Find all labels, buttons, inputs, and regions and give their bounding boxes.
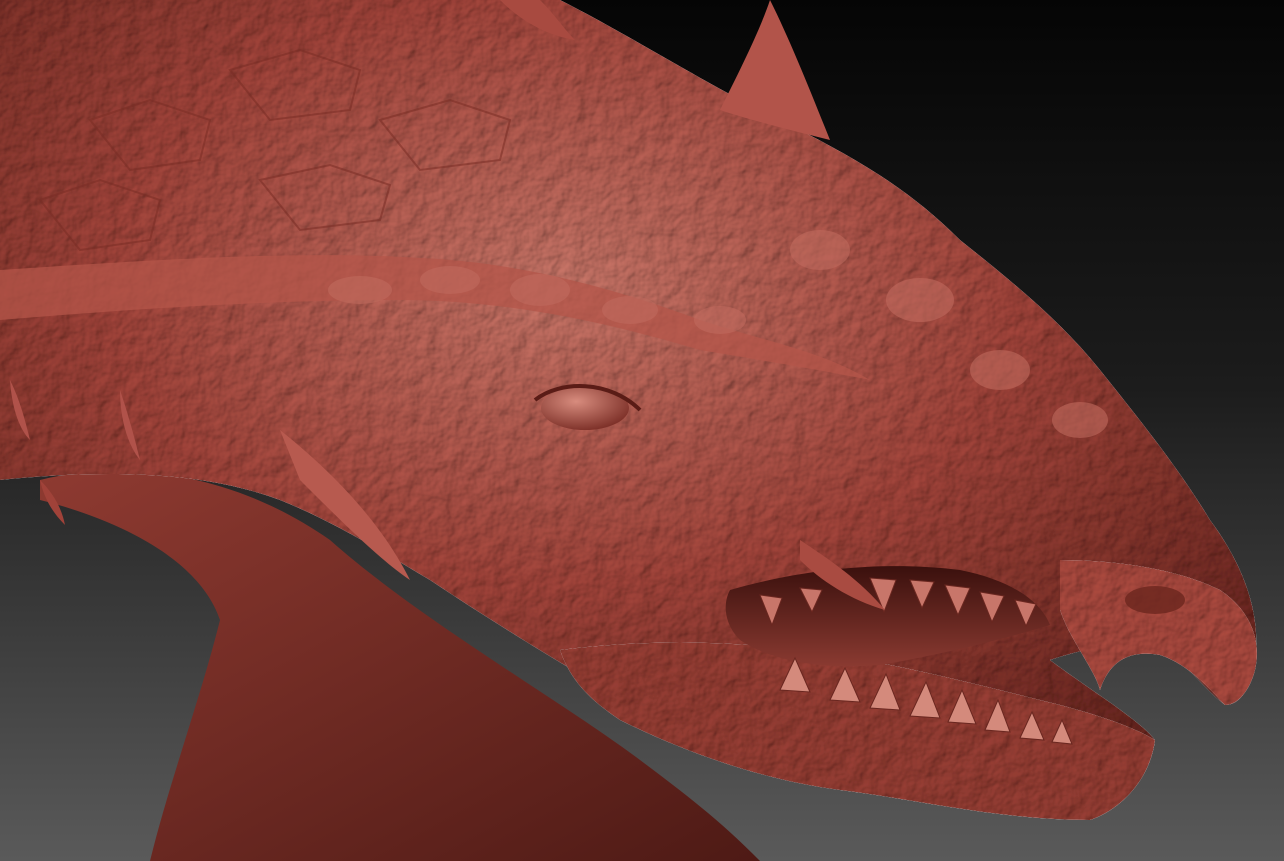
sculpt-viewport[interactable]: [0, 0, 1284, 861]
nostril: [1125, 586, 1185, 614]
dragon-sculpt-render: [0, 0, 1284, 861]
